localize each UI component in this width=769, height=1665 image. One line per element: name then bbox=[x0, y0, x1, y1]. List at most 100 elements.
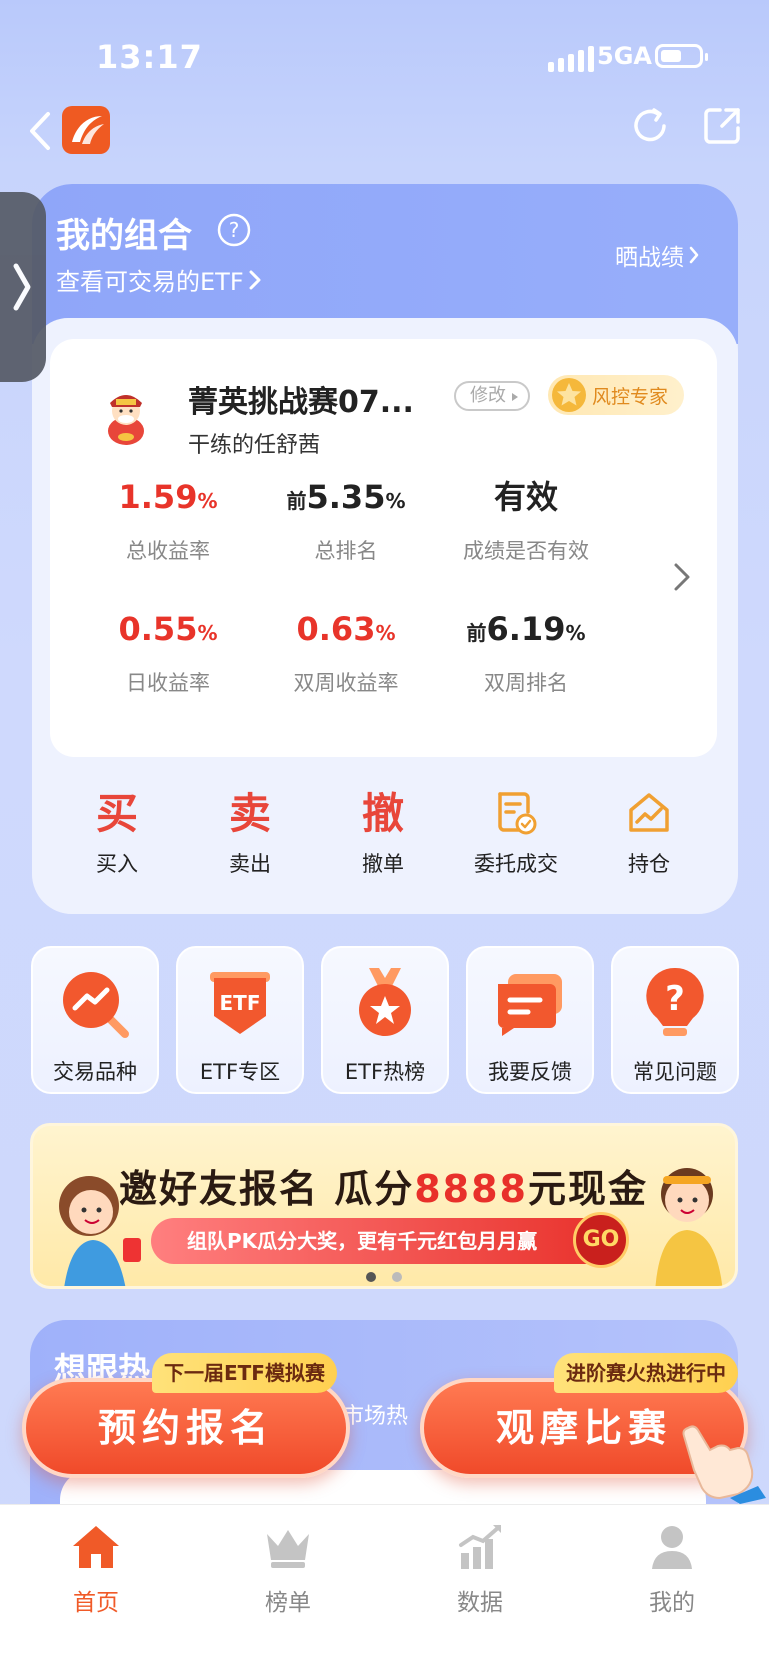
buy-label: 买入 bbox=[96, 852, 138, 876]
contest-stats-card[interactable]: 菁英挑战赛07... 修改 风控专家 干练的任舒茜 1.59% 总收益率 前5.… bbox=[50, 339, 717, 757]
tradable-etf-label: 查看可交易的ETF bbox=[56, 268, 244, 296]
orders-icon bbox=[456, 786, 576, 842]
tab-data[interactable]: 数据 bbox=[420, 1519, 540, 1617]
tradable-etf-link[interactable]: 查看可交易的ETF bbox=[56, 262, 262, 297]
signal-icon bbox=[548, 46, 594, 72]
status-bar: 13:17 5GA bbox=[0, 0, 769, 100]
tab-label: 我的 bbox=[649, 1590, 695, 1616]
carousel-dot-active[interactable] bbox=[366, 1272, 376, 1282]
orders-button[interactable]: 委托成交 bbox=[456, 786, 576, 878]
tab-label: 首页 bbox=[73, 1590, 119, 1616]
stat-value: 0.55% bbox=[118, 610, 218, 648]
sell-glyph: 卖 bbox=[228, 789, 271, 838]
chevron-right-icon bbox=[689, 246, 699, 264]
register-button[interactable]: 预约报名 bbox=[22, 1378, 350, 1478]
stat-label: 双周排名 bbox=[484, 671, 568, 695]
question-bulb-icon: ? bbox=[646, 967, 704, 1036]
watch-contest-tag: 进阶赛火热进行中 bbox=[554, 1353, 738, 1393]
stat-label: 日收益率 bbox=[126, 671, 210, 695]
battery-icon bbox=[655, 44, 708, 68]
tab-mine[interactable]: 我的 bbox=[612, 1519, 732, 1617]
stat-value: 有效 bbox=[493, 478, 558, 516]
home-icon bbox=[73, 1526, 119, 1568]
shortcut-feedback[interactable]: 我要反馈 bbox=[466, 946, 594, 1094]
sell-button[interactable]: 卖 卖出 bbox=[190, 786, 310, 878]
avatar bbox=[94, 385, 158, 453]
status-time: 13:17 bbox=[96, 38, 203, 76]
stat-biweekly-rank: 前6.19% 双周排名 bbox=[436, 609, 616, 697]
shortcut-etf-hot-list[interactable]: ETF热榜 bbox=[321, 946, 449, 1094]
stat-label: 成绩是否有效 bbox=[463, 539, 589, 563]
user-icon bbox=[652, 1526, 692, 1569]
stat-value: 前6.19% bbox=[466, 610, 586, 648]
medal-icon bbox=[552, 378, 586, 412]
app-logo bbox=[62, 106, 110, 158]
banner-title: 邀好友报名 瓜分8888元现金 bbox=[119, 1167, 649, 1211]
shortcut-label: ETF热榜 bbox=[344, 1060, 426, 1084]
bar-chart-icon bbox=[459, 1525, 501, 1569]
shortcut-etf-zone[interactable]: ETF ETF专区 bbox=[176, 946, 304, 1094]
share-icon bbox=[704, 108, 740, 144]
edit-button[interactable]: 修改 bbox=[454, 381, 530, 411]
chevron-right-icon bbox=[249, 270, 261, 289]
orders-label: 委托成交 bbox=[474, 852, 558, 876]
stat-daily-return: 0.55% 日收益率 bbox=[78, 609, 258, 697]
stat-value: 1.59% bbox=[118, 478, 218, 516]
user-name: 干练的任舒茜 bbox=[188, 433, 321, 458]
stat-value: 前5.35% bbox=[286, 478, 406, 516]
portfolio-title: 我的组合 bbox=[56, 216, 192, 256]
risk-expert-badge: 风控专家 bbox=[548, 375, 684, 415]
share-button[interactable] bbox=[700, 104, 744, 152]
network-type: 5GA bbox=[597, 42, 652, 70]
trend-magnifier-icon bbox=[63, 972, 129, 1038]
sell-label: 卖出 bbox=[229, 852, 271, 876]
stats-detail-button[interactable] bbox=[672, 561, 692, 597]
invite-banner[interactable]: 邀好友报名 瓜分8888元现金 组队PK瓜分大奖，更有千元红包月月赢 GO bbox=[30, 1123, 738, 1289]
svg-text:?: ? bbox=[665, 979, 685, 1019]
svg-text:ETF: ETF bbox=[220, 991, 261, 1015]
shortcut-label: 交易品种 bbox=[53, 1060, 137, 1084]
boy-illustration bbox=[655, 1168, 723, 1286]
etf-shield-icon: ETF bbox=[210, 972, 270, 1034]
positions-icon bbox=[589, 786, 709, 842]
crown-icon bbox=[267, 1530, 309, 1568]
chevron-right-icon bbox=[674, 563, 690, 591]
shortcut-label: 常见问题 bbox=[633, 1060, 717, 1084]
help-icon[interactable]: ? bbox=[216, 212, 252, 252]
risk-expert-label: 风控专家 bbox=[592, 386, 669, 408]
shortcut-faq[interactable]: ? 常见问题 bbox=[611, 946, 739, 1094]
tab-label: 榜单 bbox=[265, 1590, 311, 1616]
refresh-button[interactable] bbox=[628, 104, 672, 152]
show-results-label: 晒战绩 bbox=[615, 245, 684, 271]
positions-button[interactable]: 持仓 bbox=[589, 786, 709, 878]
buy-button[interactable]: 买 买入 bbox=[57, 786, 177, 878]
back-button[interactable] bbox=[22, 106, 62, 156]
positions-label: 持仓 bbox=[628, 852, 670, 876]
cancel-order-button[interactable]: 撤 撤单 bbox=[323, 786, 443, 878]
tab-home[interactable]: 首页 bbox=[36, 1519, 156, 1617]
follow-subtitle: 市场热 bbox=[342, 1404, 409, 1429]
cancel-order-label: 撤单 bbox=[362, 852, 404, 876]
banner-go-button[interactable]: GO bbox=[573, 1212, 629, 1268]
stat-biweekly-return: 0.63% 双周收益率 bbox=[256, 609, 436, 697]
side-drawer-handle[interactable] bbox=[0, 192, 46, 382]
chat-bubble-icon bbox=[498, 974, 562, 1036]
shortcut-label: 我要反馈 bbox=[488, 1060, 572, 1084]
tab-leaderboard[interactable]: 榜单 bbox=[228, 1519, 348, 1617]
bottom-tab-bar: 首页 榜单 数据 我的 bbox=[0, 1504, 769, 1665]
shortcut-label: ETF专区 bbox=[199, 1060, 281, 1084]
stat-label: 双周收益率 bbox=[293, 671, 399, 695]
chevron-left-icon bbox=[30, 112, 50, 150]
show-results-link[interactable]: 晒战绩 bbox=[615, 238, 700, 272]
tab-label: 数据 bbox=[457, 1590, 503, 1616]
stat-validity: 有效 成绩是否有效 bbox=[436, 477, 616, 565]
pointing-hand-icon bbox=[682, 1425, 766, 1504]
banner-subtitle: 组队PK瓜分大奖，更有千元红包月月赢 bbox=[151, 1218, 621, 1264]
carousel-dot[interactable] bbox=[392, 1272, 402, 1282]
stat-value: 0.63% bbox=[296, 610, 396, 648]
medal-star-icon bbox=[359, 968, 411, 1036]
svg-text:?: ? bbox=[229, 218, 240, 242]
stat-total-return: 1.59% 总收益率 bbox=[78, 477, 258, 565]
shortcut-trade-varieties[interactable]: 交易品种 bbox=[31, 946, 159, 1094]
stat-label: 总收益率 bbox=[126, 539, 210, 563]
